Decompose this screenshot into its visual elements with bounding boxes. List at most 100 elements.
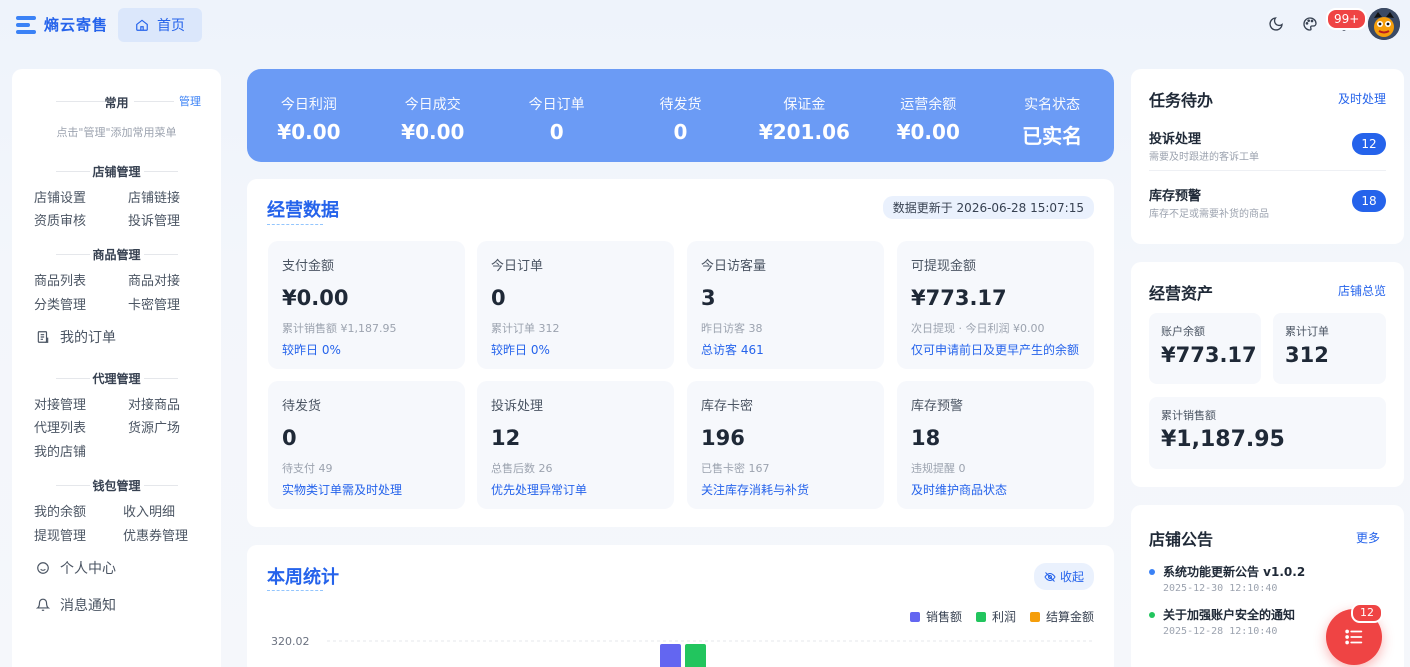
tile-label: 支付金额 (282, 259, 335, 274)
tile-note: 优先处理异常订单 (491, 483, 588, 497)
todo-count-badge[interactable]: 18 (1352, 190, 1386, 212)
notice-dot (1149, 568, 1155, 575)
card-title: 本周统计 (267, 567, 339, 588)
sidebar-item-agent-list[interactable]: 代理列表 (34, 417, 86, 436)
shop-overview-link[interactable]: 店铺总览 (1338, 282, 1386, 299)
notice-title: 系统功能更新公告 v1.0.2 (1163, 565, 1306, 579)
bar-sales[interactable] (660, 644, 681, 667)
handle-now-link[interactable]: 及时处理 (1338, 90, 1386, 107)
sidebar-item-qualification[interactable]: 资质审核 (34, 210, 86, 229)
tile-label: 库存预警 (911, 399, 964, 414)
manage-favorites-link[interactable]: 管理 (179, 93, 201, 109)
banner-label: 今日利润 (280, 97, 337, 113)
tile-sub: 累计销售额 ¥1,187.95 (282, 322, 397, 335)
sidebar-item-supply-square[interactable]: 货源广场 (128, 417, 180, 436)
todo-item-desc: 库存不足或需要补货的商品 (1149, 209, 1269, 220)
sidebar-item-dock-manage[interactable]: 对接管理 (34, 394, 86, 413)
sidebar-item-profile[interactable]: 个人中心 (36, 558, 116, 578)
legend-item-settlement[interactable]: 结算金额 (1029, 608, 1094, 625)
legend-swatch (975, 611, 986, 622)
tab-home[interactable]: 首页 (118, 8, 202, 42)
sidebar-section-goods: 商品管理 (92, 248, 141, 262)
asset-value: ¥1,187.95 (1161, 427, 1285, 452)
notice-item[interactable]: 关于加强账户安全的通知 2025-12-28 12:10:40 (1149, 606, 1295, 637)
assets-panel: 经营资产 店铺总览 账户余额 ¥773.17 累计订单 312 累计销售额 ¥1… (1131, 262, 1404, 487)
avatar[interactable] (1368, 8, 1400, 40)
asset-label: 累计订单 (1285, 325, 1329, 338)
tile-sub: 违规提醒 0 (911, 462, 966, 475)
legend-swatch (909, 611, 920, 622)
tile-label: 投诉处理 (491, 399, 544, 414)
sidebar-item-shop-link[interactable]: 店铺链接 (128, 187, 180, 206)
banner-stat-verification: 实名状态 已实名 (990, 69, 1114, 162)
sidebar-item-income-detail[interactable]: 收入明细 (123, 501, 175, 520)
divider (134, 101, 174, 102)
collapse-label: 收起 (1059, 570, 1084, 584)
notice-dot (1149, 611, 1155, 618)
sidebar-item-category[interactable]: 分类管理 (34, 294, 86, 313)
tile-pending-ship[interactable]: 待发货 0 待支付 49 实物类订单需及时处理 (268, 381, 465, 509)
brand-logo[interactable]: 熵云寄售 (16, 14, 108, 35)
notice-item[interactable]: 系统功能更新公告 v1.0.2 2025-12-30 12:10:40 (1149, 563, 1305, 594)
sidebar-item-my-orders[interactable]: 我的订单 (36, 327, 116, 347)
todo-item-name[interactable]: 库存预警 (1149, 185, 1201, 204)
banner-value: ¥0.00 (277, 120, 341, 144)
tile-today-orders[interactable]: 今日订单 0 累计订单 312 较昨日 0% (477, 241, 674, 369)
tile-sub: 总售后数 26 (491, 462, 553, 475)
sidebar-item-messages[interactable]: 消息通知 (36, 595, 116, 615)
tile-sub: 已售卡密 167 (701, 462, 770, 475)
notification-badge: 99+ (1326, 8, 1368, 30)
divider (144, 485, 178, 486)
todo-count-badge[interactable]: 12 (1352, 133, 1386, 155)
tile-value: 3 (701, 286, 716, 310)
eye-off-icon (1044, 571, 1056, 582)
sidebar-item-withdraw[interactable]: 提现管理 (34, 525, 86, 544)
moon-icon[interactable] (1266, 14, 1286, 34)
banner-label: 实名状态 (1024, 97, 1081, 113)
brand-name: 熵云寄售 (44, 16, 109, 34)
notification-button[interactable]: 99+ (1326, 8, 1368, 34)
legend-item-profit[interactable]: 利润 (975, 608, 1016, 625)
bar-profit[interactable] (685, 644, 706, 667)
tile-sub: 待支付 49 (282, 462, 333, 475)
sidebar-item-my-shop[interactable]: 我的店铺 (34, 441, 86, 460)
card-title: 经营数据 (267, 200, 339, 221)
tile-label: 库存卡密 (701, 399, 754, 414)
legend-item-sales[interactable]: 销售额 (909, 608, 962, 625)
banner-label: 今日订单 (528, 97, 585, 113)
panel-title: 店铺公告 (1149, 530, 1214, 549)
tile-stock-warning[interactable]: 库存预警 18 违规提醒 0 及时维护商品状态 (897, 381, 1094, 509)
title-underline (267, 224, 323, 225)
asset-value: 312 (1285, 343, 1329, 367)
tile-value: 18 (911, 426, 941, 450)
banner-value: 0 (673, 120, 688, 144)
banner-value: ¥201.06 (758, 120, 850, 144)
notice-title: 关于加强账户安全的通知 (1163, 608, 1296, 622)
tile-withdrawable[interactable]: 可提现金额 ¥773.17 次日提现 · 今日利润 ¥0.00 仅可申请前日及更… (897, 241, 1094, 369)
todo-panel: 任务待办 及时处理 投诉处理 需要及时跟进的客诉工单 12 库存预警 库存不足或… (1131, 69, 1404, 244)
asset-value: ¥773.17 (1161, 343, 1257, 367)
sidebar-item-goods-dock[interactable]: 商品对接 (128, 270, 180, 289)
sidebar-item-coupons[interactable]: 优惠券管理 (123, 525, 188, 544)
sidebar-item-shop-settings[interactable]: 店铺设置 (34, 187, 86, 206)
todo-item-name[interactable]: 投诉处理 (1149, 128, 1201, 147)
data-updated-badge: 数据更新于 2026-06-28 15:07:15 (882, 196, 1094, 219)
palette-icon[interactable] (1300, 14, 1320, 34)
todo-item-desc: 需要及时跟进的客诉工单 (1149, 152, 1259, 163)
tile-visitors[interactable]: 今日访客量 3 昨日访客 38 总访客 461 (687, 241, 884, 369)
tile-card-stock[interactable]: 库存卡密 196 已售卡密 167 关注库存消耗与补货 (687, 381, 884, 509)
tile-note: 仅可申请前日及更早产生的余额 (911, 343, 1080, 357)
tile-complaints[interactable]: 投诉处理 12 总售后数 26 优先处理异常订单 (477, 381, 674, 509)
sidebar-item-my-balance[interactable]: 我的余额 (34, 501, 86, 520)
banner-stat-pending-ship: 待发货 0 (619, 69, 743, 162)
banner-stat-turnover: 今日成交 ¥0.00 (371, 69, 495, 162)
banner-value: 0 (549, 120, 564, 144)
notices-more-link[interactable]: 更多 (1356, 529, 1380, 546)
sidebar-item-complaints[interactable]: 投诉管理 (128, 210, 180, 229)
sidebar-item-dock-goods[interactable]: 对接商品 (128, 394, 180, 413)
sidebar-item-goods-list[interactable]: 商品列表 (34, 270, 86, 289)
collapse-button[interactable]: 收起 (1033, 563, 1094, 590)
sidebar-item-card-keys[interactable]: 卡密管理 (128, 294, 180, 313)
tile-payment-amount[interactable]: 支付金额 ¥0.00 累计销售额 ¥1,187.95 较昨日 0% (268, 241, 465, 369)
notice-date: 2025-12-30 12:10:40 (1163, 583, 1278, 594)
